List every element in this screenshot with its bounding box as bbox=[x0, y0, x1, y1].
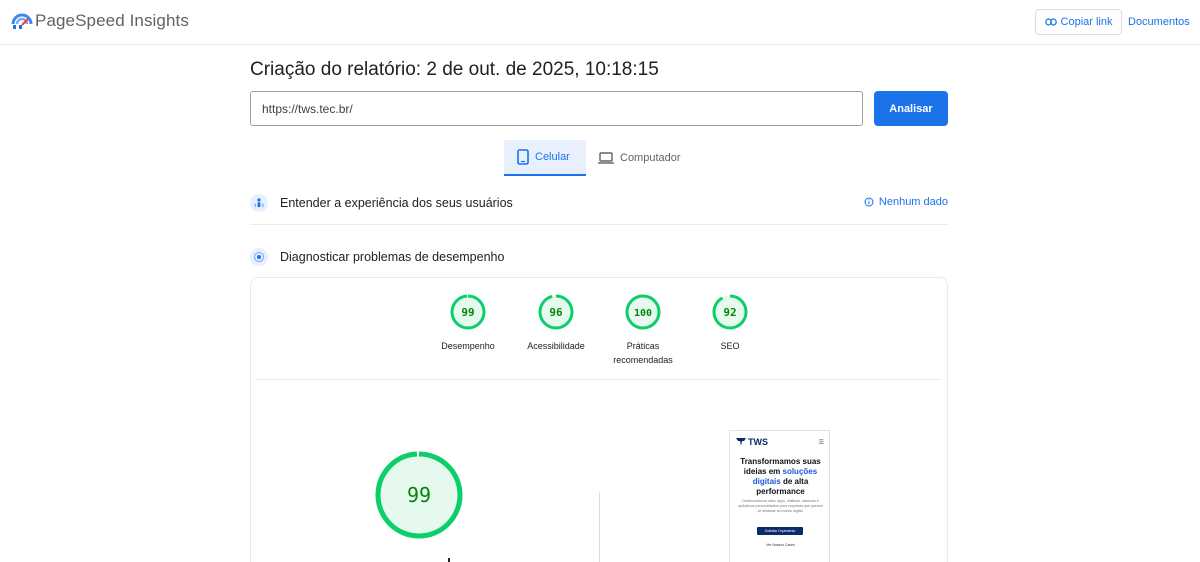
tab-mobile[interactable]: Celular bbox=[504, 140, 586, 176]
gauge-performance-label: Desempenho bbox=[441, 341, 495, 351]
gauge-accessibility-label: Acessibilidade bbox=[527, 341, 585, 351]
performance-main-value: 99 bbox=[407, 483, 431, 507]
gauge-performance[interactable]: 99 Desempenho bbox=[428, 293, 508, 353]
card-divider bbox=[257, 379, 940, 380]
gauge-best-practices[interactable]: 100 Práticas recomendadas bbox=[603, 293, 683, 367]
no-data-label: Nenhum dado bbox=[878, 196, 948, 208]
link-icon bbox=[1044, 18, 1057, 26]
gauge-seo-label: SEO bbox=[720, 341, 740, 351]
tab-mobile-label: Celular bbox=[535, 151, 570, 163]
tab-desktop[interactable]: Computador bbox=[585, 140, 695, 176]
users-icon bbox=[250, 194, 268, 212]
marker-tick bbox=[448, 558, 450, 562]
gauge-best-practices-value: 100 bbox=[634, 308, 652, 319]
tws-logo-text: TWS bbox=[748, 437, 768, 447]
gauge-performance-value: 99 bbox=[461, 306, 474, 319]
diagnose-title: Diagnosticar problemas de desempenho bbox=[280, 250, 505, 264]
preview-headline: Transformamos suas ideias em soluções di… bbox=[734, 457, 827, 497]
preview-body: Desenvolvemos sites, apps, chatbots, sis… bbox=[738, 499, 823, 513]
tws-logo: TWS bbox=[736, 437, 768, 447]
preview-link: Ver Nossos Cases bbox=[766, 543, 795, 547]
section-divider bbox=[250, 224, 948, 225]
analyze-button[interactable]: Analisar bbox=[874, 91, 948, 126]
experience-title: Entender a experiência dos seus usuários bbox=[280, 196, 513, 210]
top-bar: PageSpeed Insights Copiar link Documento… bbox=[0, 0, 1200, 45]
smartphone-icon bbox=[517, 149, 529, 165]
copy-link-button[interactable]: Copiar link bbox=[1035, 9, 1122, 35]
pagespeed-logo-icon[interactable] bbox=[11, 10, 33, 32]
copy-link-label: Copiar link bbox=[1060, 16, 1113, 28]
tab-desktop-label: Computador bbox=[620, 152, 681, 164]
gauge-accessibility-value: 96 bbox=[549, 306, 563, 319]
vertical-divider bbox=[599, 492, 600, 562]
gauge-best-practices-label: Práticas recomendadas bbox=[613, 341, 673, 365]
diagnostics-icon bbox=[250, 248, 268, 266]
gauge-accessibility[interactable]: 96 Acessibilidade bbox=[516, 293, 596, 353]
gauge-seo-value: 92 bbox=[723, 306, 736, 319]
performance-main-gauge: 99 bbox=[375, 451, 463, 539]
laptop-icon bbox=[598, 152, 614, 164]
preview-cta-button: Solicitar Orçamento bbox=[757, 527, 803, 535]
gauge-seo[interactable]: 92 SEO bbox=[690, 293, 770, 353]
diagnose-section: Diagnosticar problemas de desempenho bbox=[250, 247, 948, 267]
url-input[interactable] bbox=[250, 91, 863, 126]
brand-title[interactable]: PageSpeed Insights bbox=[35, 11, 189, 31]
docs-link[interactable]: Documentos bbox=[1128, 16, 1190, 28]
report-title: Criação do relatório: 2 de out. de 2025,… bbox=[250, 59, 659, 80]
info-icon bbox=[864, 197, 874, 207]
page-screenshot-preview[interactable]: TWS ☰ Transformamos suas ideias em soluç… bbox=[729, 430, 830, 562]
hamburger-menu-icon: ☰ bbox=[818, 440, 824, 446]
no-data-status[interactable]: Nenhum dado bbox=[864, 196, 948, 208]
experience-section: Entender a experiência dos seus usuários… bbox=[250, 193, 948, 213]
tws-logo-icon bbox=[736, 438, 746, 446]
